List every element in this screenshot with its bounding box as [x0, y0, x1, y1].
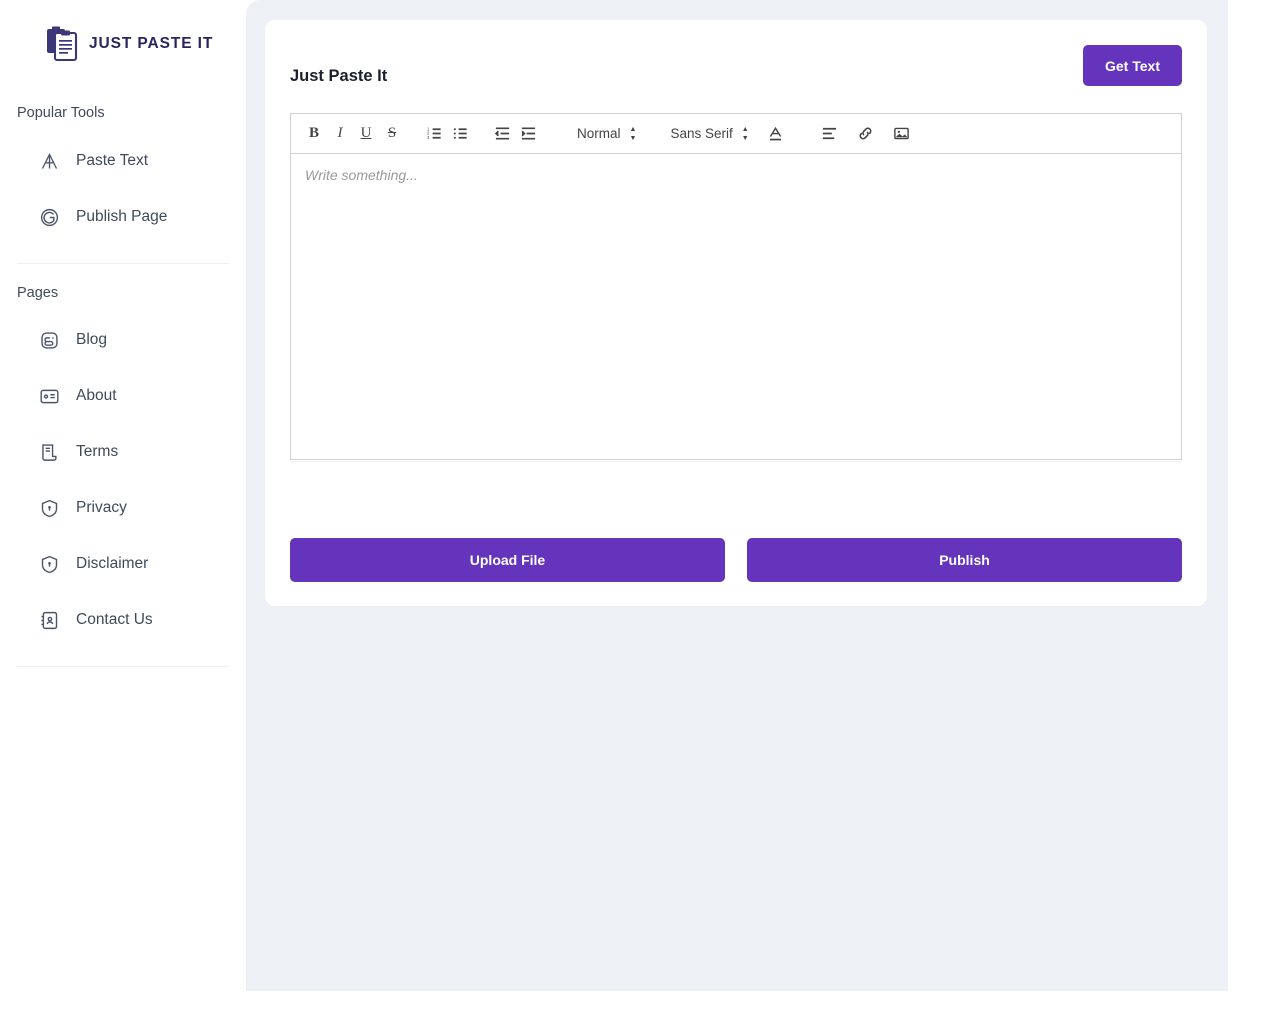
outdent-icon[interactable] — [489, 121, 515, 147]
page-title: Just Paste It — [290, 67, 387, 86]
sidebar-item-label: Blog — [76, 331, 107, 349]
publish-button[interactable]: Publish — [747, 538, 1182, 582]
chevron-updown-icon: ▲▼ — [630, 126, 637, 142]
numbered-list-icon[interactable]: 1 2 3 — [421, 121, 447, 147]
heading-select-value: Normal — [577, 126, 621, 141]
brand-name: JUST PASTE IT — [89, 35, 213, 53]
scroll-document-icon — [38, 441, 60, 463]
contact-book-icon — [38, 609, 60, 631]
sidebar-item-label: Disclaimer — [76, 555, 148, 573]
text-style-group: B I U S — [301, 121, 405, 147]
chevron-updown-icon: ▲▼ — [742, 126, 749, 142]
shield-lock-icon — [38, 553, 60, 575]
clipboard-icon — [46, 26, 80, 62]
sidebar-item-label: Paste Text — [76, 152, 148, 170]
sidebar: JUST PASTE IT Popular Tools Paste Text — [0, 0, 246, 1024]
strikethrough-button[interactable]: S — [379, 121, 405, 147]
card-header: Just Paste It Get Text — [290, 45, 1182, 89]
editor-input[interactable]: Write something... — [290, 153, 1182, 460]
sidebar-item-contact-us[interactable]: Contact Us — [0, 592, 246, 648]
heading-select[interactable]: Normal ▲▼ — [577, 126, 636, 142]
sidebar-item-blog[interactable]: Blog — [0, 312, 246, 368]
sidebar-item-disclaimer[interactable]: Disclaimer — [0, 536, 246, 592]
indent-icon[interactable] — [515, 121, 541, 147]
sidebar-item-about[interactable]: About — [0, 368, 246, 424]
sidebar-item-privacy[interactable]: Privacy — [0, 480, 246, 536]
sidebar-item-paste-text[interactable]: Paste Text — [0, 133, 246, 189]
editor-bottom-rule — [290, 461, 1182, 462]
font-select[interactable]: Sans Serif ▲▼ — [670, 126, 748, 142]
editor-toolbar: B I U S 1 2 3 — [290, 113, 1182, 153]
bold-button[interactable]: B — [301, 121, 327, 147]
sidebar-item-label: Terms — [76, 443, 118, 461]
blogger-icon — [38, 329, 60, 351]
section-label-popular-tools: Popular Tools — [0, 105, 246, 121]
sidebar-item-label: Publish Page — [76, 208, 167, 226]
sidebar-item-label: About — [76, 387, 117, 405]
list-group: 1 2 3 — [421, 121, 473, 147]
sidebar-divider-bottom — [17, 666, 229, 667]
editor-card: Just Paste It Get Text B I U S 1 2 3 — [265, 20, 1207, 606]
action-row: Upload File Publish — [290, 538, 1182, 582]
sidebar-item-publish-page[interactable]: Publish Page — [0, 189, 246, 245]
underline-button[interactable]: U — [353, 121, 379, 147]
upload-file-button[interactable]: Upload File — [290, 538, 725, 582]
sidebar-item-label: Privacy — [76, 499, 127, 517]
svg-text:3: 3 — [427, 135, 430, 140]
image-icon[interactable] — [889, 121, 915, 147]
pages-list: Blog About — [0, 312, 246, 648]
circled-g-icon — [38, 206, 60, 228]
app-root: JUST PASTE IT Popular Tools Paste Text — [0, 0, 1280, 1024]
link-icon[interactable] — [853, 121, 879, 147]
font-select-value: Sans Serif — [670, 126, 732, 141]
editor-placeholder: Write something... — [305, 167, 1167, 183]
id-card-icon — [38, 385, 60, 407]
text-color-icon[interactable] — [763, 121, 789, 147]
sidebar-item-label: Contact Us — [76, 611, 153, 629]
shield-lock-icon — [38, 497, 60, 519]
brand-logo[interactable]: JUST PASTE IT — [0, 0, 246, 66]
italic-button[interactable]: I — [327, 121, 353, 147]
get-text-button[interactable]: Get Text — [1083, 45, 1182, 86]
popular-tools-list: Paste Text Publish Page — [0, 133, 246, 245]
indent-group — [489, 121, 541, 147]
align-left-icon[interactable] — [817, 121, 843, 147]
sidebar-item-terms[interactable]: Terms — [0, 424, 246, 480]
letter-a-icon — [38, 150, 60, 172]
section-label-pages: Pages — [0, 285, 246, 301]
sidebar-divider-top — [17, 263, 229, 264]
bullet-list-icon[interactable] — [447, 121, 473, 147]
